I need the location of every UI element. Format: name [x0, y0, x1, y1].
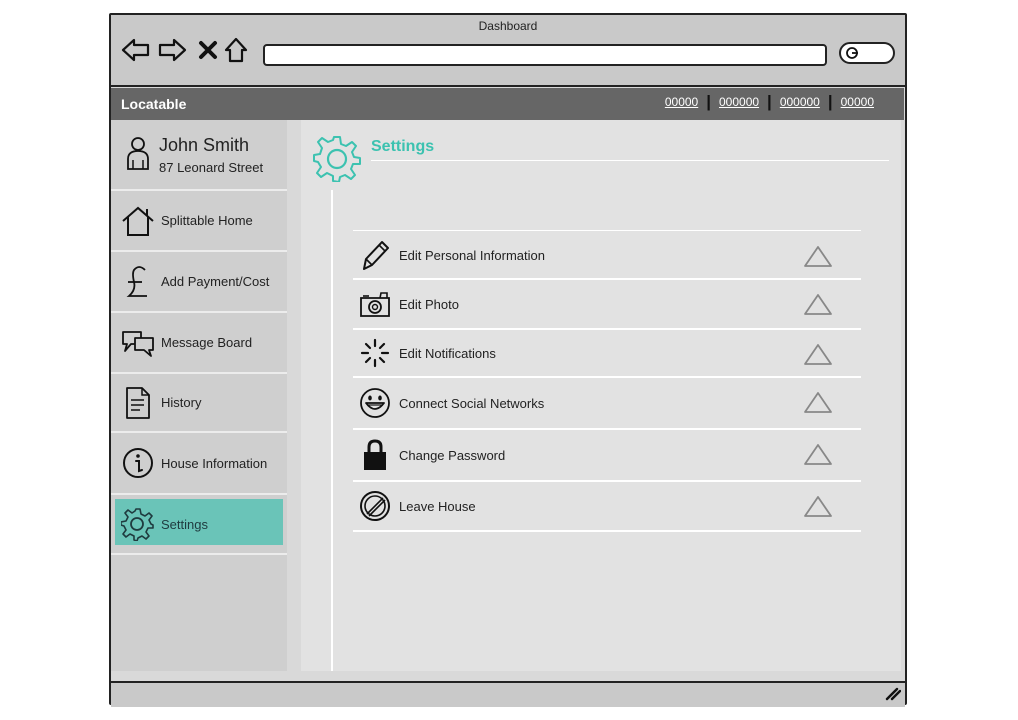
expand-triangle-icon[interactable]: [803, 342, 833, 366]
sidebar-item-add-payment[interactable]: Add Payment/Cost: [111, 252, 287, 313]
home-icon: [119, 202, 157, 240]
user-icon: [119, 134, 157, 172]
sidebar-item-house-information[interactable]: House Information: [111, 433, 287, 495]
stop-button[interactable]: [193, 35, 223, 65]
chat-bubbles-icon: [119, 324, 157, 362]
settings-row-edit-notifications[interactable]: Edit Notifications: [353, 330, 861, 378]
page-title: Settings: [371, 138, 435, 155]
settings-row-label: Edit Photo: [399, 296, 459, 312]
settings-row-leave-house[interactable]: Leave House: [353, 482, 861, 532]
divider: [353, 230, 861, 231]
resize-grip-icon[interactable]: [885, 687, 901, 701]
expand-triangle-icon[interactable]: [803, 442, 833, 466]
address-bar[interactable]: [263, 44, 827, 66]
sidebar-item-settings[interactable]: Settings: [111, 495, 287, 555]
header-links: 00000 | 000000 | 000000 | 00000: [657, 93, 882, 110]
settings-row-change-password[interactable]: Change Password: [353, 430, 861, 482]
home-nav-icon: [224, 37, 248, 63]
header-link-2[interactable]: 000000: [711, 95, 767, 109]
app-header: Locatable 00000 | 000000 | 000000 | 0000…: [111, 88, 904, 120]
home-button[interactable]: [221, 35, 251, 65]
header-link-3[interactable]: 000000: [772, 95, 828, 109]
spinner-icon: [357, 335, 393, 371]
settings-row-label: Edit Personal Information: [399, 247, 545, 263]
settings-panel: Settings Edit Personal Information Edit …: [301, 120, 901, 671]
settings-row-label: Change Password: [399, 447, 506, 463]
forward-arrow-icon: [158, 38, 187, 62]
pencil-icon: [357, 237, 393, 273]
expand-triangle-icon[interactable]: [803, 494, 833, 518]
smiley-icon: [357, 385, 393, 421]
sidebar: John Smith 87 Leonard Street Splittable …: [111, 120, 287, 671]
user-address: 87 Leonard Street: [159, 159, 264, 175]
sidebar-item-label: Settings: [161, 516, 208, 532]
header-link-4[interactable]: 00000: [833, 95, 882, 109]
back-arrow-icon: [121, 38, 150, 62]
search-icon: [846, 47, 858, 59]
gear-icon: [119, 505, 157, 543]
sidebar-item-label: Add Payment/Cost: [161, 274, 270, 289]
close-icon: [199, 41, 217, 59]
window-title: Dashboard: [478, 19, 538, 33]
settings-row-edit-personal-information[interactable]: Edit Personal Information: [353, 232, 861, 280]
settings-row-edit-photo[interactable]: Edit Photo: [353, 280, 861, 330]
user-name: John Smith: [159, 134, 250, 155]
search-button[interactable]: [839, 42, 895, 64]
sidebar-item-label: House Information: [161, 455, 268, 471]
pound-icon: [119, 263, 157, 301]
settings-row-label: Leave House: [399, 498, 476, 514]
settings-header-gear-icon: [313, 134, 361, 187]
info-icon: [119, 444, 157, 482]
sidebar-item-history[interactable]: History: [111, 374, 287, 433]
settings-row-label: Connect Social Networks: [399, 395, 545, 411]
sidebar-item-label: Message Board: [161, 335, 253, 350]
divider: [371, 160, 889, 161]
block-icon: [357, 488, 393, 524]
header-link-1[interactable]: 00000: [657, 95, 706, 109]
forward-button[interactable]: [157, 35, 187, 65]
browser-window: Dashboard Locatable 00000 | 000000 | 000…: [109, 13, 907, 707]
status-bar: [111, 681, 905, 707]
sidebar-item-label: Splittable Home: [161, 213, 253, 228]
lock-icon: [357, 437, 393, 473]
expand-triangle-icon[interactable]: [803, 244, 833, 268]
title-bar: Dashboard: [111, 15, 905, 87]
expand-triangle-icon[interactable]: [803, 390, 833, 414]
document-icon: [119, 384, 157, 422]
expand-triangle-icon[interactable]: [803, 292, 833, 316]
sidebar-item-label: History: [161, 395, 202, 410]
user-profile[interactable]: John Smith 87 Leonard Street: [111, 120, 287, 191]
settings-row-label: Edit Notifications: [399, 345, 496, 361]
brand-name: Locatable: [121, 96, 187, 112]
sidebar-item-splittable-home[interactable]: Splittable Home: [111, 191, 287, 252]
back-button[interactable]: [121, 35, 151, 65]
settings-row-connect-social-networks[interactable]: Connect Social Networks: [353, 378, 861, 430]
camera-icon: [357, 286, 393, 322]
divider: [331, 190, 333, 671]
sidebar-item-message-board[interactable]: Message Board: [111, 313, 287, 374]
